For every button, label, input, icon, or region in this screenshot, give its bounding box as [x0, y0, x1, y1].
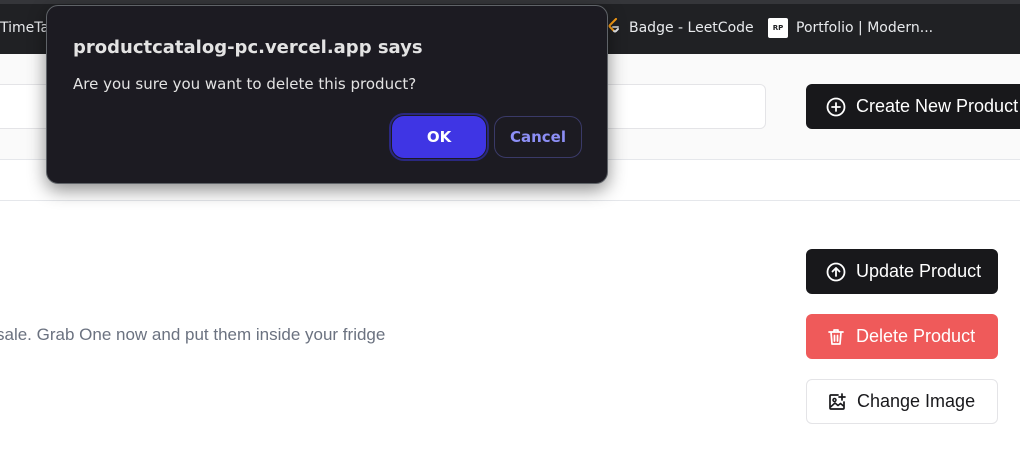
bookmark-portfolio[interactable]: RP Portfolio | Modern...	[768, 18, 933, 38]
confirm-dialog: productcatalog-pc.vercel.app says Are yo…	[46, 5, 608, 184]
create-button-label: Create New Product	[856, 96, 1019, 116]
cancel-button[interactable]: Cancel	[494, 116, 582, 158]
change-image-label: Change Image	[857, 391, 976, 411]
change-image-button[interactable]: Change Image	[806, 379, 998, 424]
leetcode-icon	[607, 18, 621, 38]
delete-button-label: Delete Product	[856, 326, 976, 346]
bookmark-label: Badge - LeetCode	[629, 20, 754, 36]
trash-icon	[828, 328, 844, 345]
dialog-message: Are you sure you want to delete this pro…	[73, 75, 417, 93]
update-product-button[interactable]: Update Product	[806, 249, 998, 294]
bookmark-leetcode[interactable]: Badge - LeetCode	[607, 18, 754, 38]
portfolio-favicon-icon: RP	[768, 18, 788, 38]
dialog-title: productcatalog-pc.vercel.app says	[73, 37, 423, 58]
ok-button[interactable]: OK	[389, 113, 489, 161]
update-button-label: Update Product	[856, 261, 982, 281]
section-divider	[0, 200, 1020, 201]
bookmark-label: Portfolio | Modern...	[796, 20, 934, 36]
image-plus-icon	[829, 392, 846, 410]
plus-circle-icon	[826, 97, 846, 116]
product-description: sale. Grab One now and put them inside y…	[0, 325, 386, 344]
arrow-up-circle-icon	[826, 262, 846, 281]
create-new-product-button[interactable]: Create New Product	[806, 84, 1020, 129]
delete-product-button[interactable]: Delete Product	[806, 314, 998, 359]
tab-strip-edge	[0, 0, 1020, 4]
